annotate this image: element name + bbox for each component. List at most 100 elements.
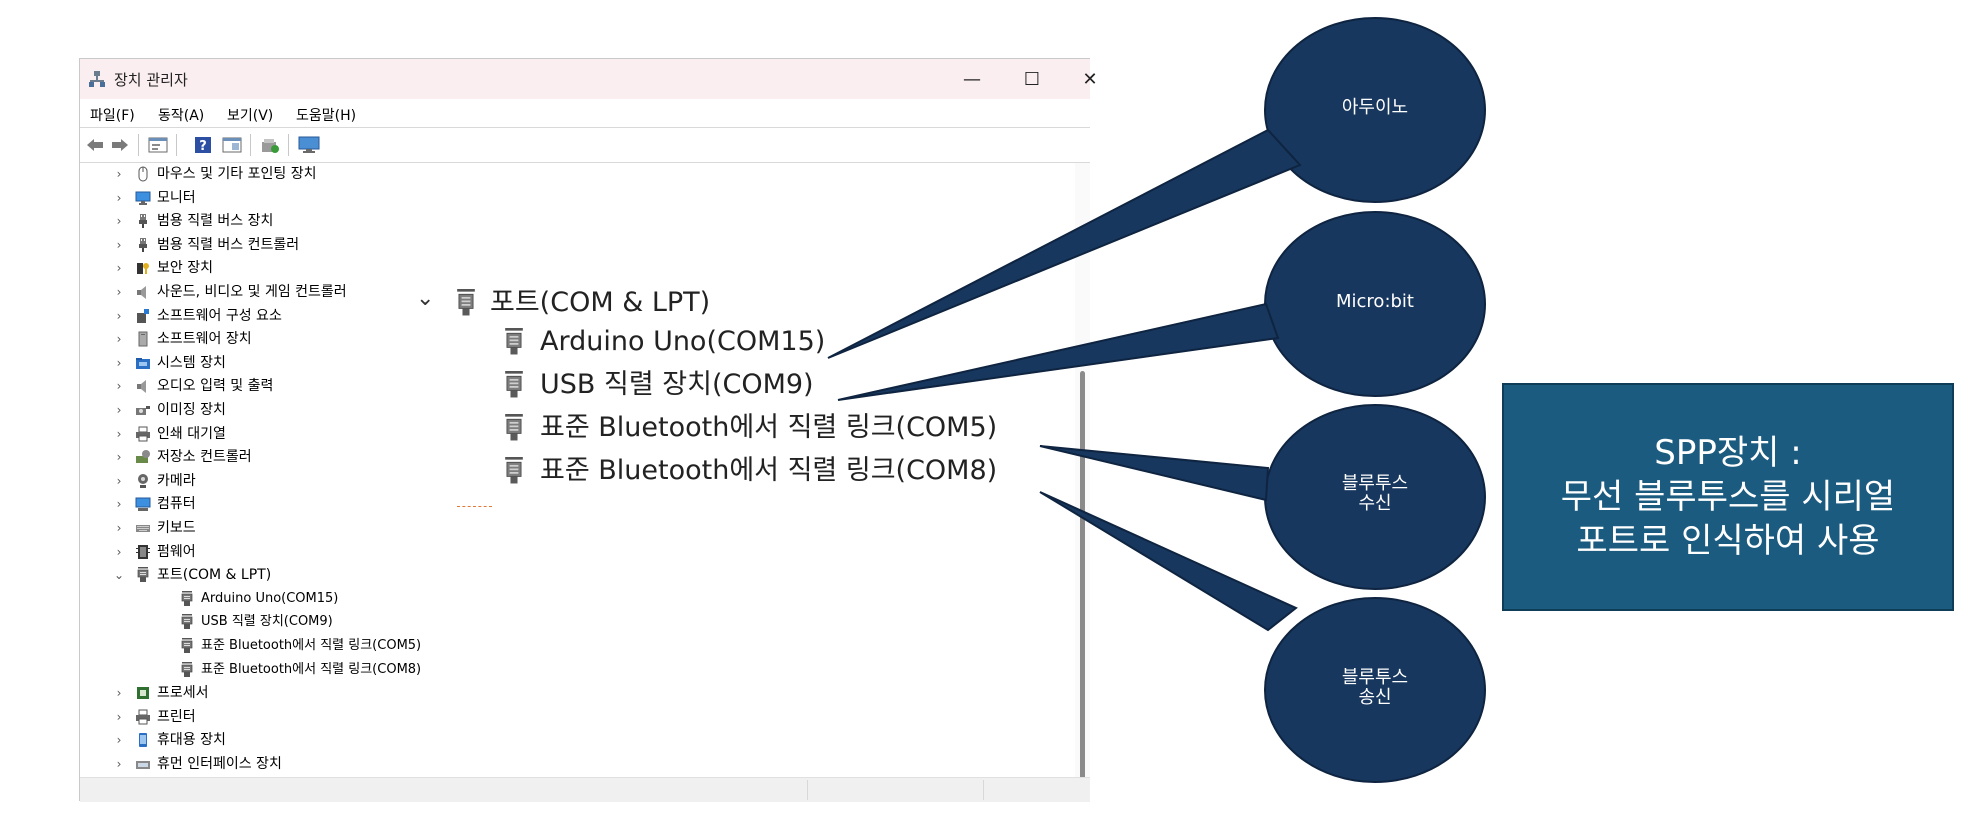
scrollbar-thumb[interactable]	[1080, 371, 1085, 791]
chevron-right-icon[interactable]: ›	[112, 423, 126, 445]
tree-category-item[interactable]: › 휴먼 인터페이스 장치	[80, 753, 1060, 775]
chevron-right-icon[interactable]: ›	[112, 281, 126, 303]
bluetooth-rx-line1: 블루투스	[1341, 473, 1409, 494]
menu-help[interactable]: 도움말(H)	[296, 105, 356, 125]
chevron-right-icon[interactable]: ›	[112, 753, 126, 775]
tree-category-item[interactable]: › 범용 직렬 버스 장치	[80, 210, 1060, 232]
view-icon[interactable]	[222, 136, 242, 154]
speaker-icon	[135, 378, 151, 394]
port-connector-icon	[502, 371, 526, 401]
chevron-right-icon[interactable]: ›	[112, 163, 126, 185]
chevron-right-icon[interactable]: ›	[112, 541, 126, 563]
tree-item-label: 이미징 장치	[157, 402, 226, 418]
zoom-port-label: Arduino Uno(COM15)	[540, 326, 826, 357]
tree-item-label: 보안 장치	[157, 260, 213, 277]
chevron-down-icon: ⌄	[416, 286, 435, 311]
menu-file[interactable]: 파일(F)	[90, 105, 135, 125]
tree-item-label: 컴퓨터	[157, 496, 196, 513]
tree-item-label: 범용 직렬 버스 컨트롤러	[157, 236, 300, 253]
forward-arrow-icon[interactable]	[110, 136, 130, 154]
chevron-right-icon[interactable]: ›	[112, 493, 126, 515]
zoom-port-label: 표준 Bluetooth에서 직렬 링크(COM5)	[540, 412, 998, 443]
tree-item-label: 모니터	[157, 189, 196, 206]
chevron-right-icon[interactable]: ›	[112, 210, 126, 232]
port-child-item[interactable]: Arduino Uno(COM15)	[80, 588, 1060, 610]
chevron-right-icon[interactable]: ›	[112, 352, 126, 374]
tree-category-item[interactable]: › 프로세서	[80, 682, 1060, 704]
chevron-right-icon[interactable]: ›	[112, 305, 126, 327]
tree-item-label: 휴먼 인터페이스 장치	[157, 756, 282, 772]
vertical-scrollbar[interactable]	[1075, 163, 1090, 791]
port-child-item[interactable]: 표준 Bluetooth에서 직렬 링크(COM5)	[80, 635, 1060, 657]
computer-icon	[135, 496, 151, 512]
printer-icon	[135, 426, 151, 442]
chevron-right-icon[interactable]: ›	[112, 234, 126, 256]
menu-action[interactable]: 동작(A)	[158, 105, 204, 125]
tree-category-item[interactable]: › 펌웨어	[80, 541, 1060, 563]
tree-item-label: 펌웨어	[157, 543, 196, 560]
back-arrow-icon[interactable]	[85, 136, 105, 154]
toolbar-separator	[176, 134, 177, 156]
port-connector-icon	[502, 457, 526, 487]
spp-info-box: SPP장치 : 무선 블루투스를 시리얼 포트로 인식하여 사용	[1502, 383, 1954, 611]
chevron-right-icon[interactable]: ›	[112, 328, 126, 350]
chevron-right-icon[interactable]: ›	[112, 257, 126, 279]
tree-item-label: 소프트웨어 장치	[157, 331, 252, 348]
svg-text:?: ?	[199, 139, 207, 154]
tree-category-item[interactable]: › 마우스 및 기타 포인팅 장치	[80, 163, 1060, 185]
chevron-right-icon[interactable]: ›	[112, 470, 126, 492]
tree-category-item[interactable]: › 모니터	[80, 187, 1060, 209]
microbit-callout-label: Micro:bit	[1336, 291, 1414, 312]
tree-item-label: 카메라	[157, 472, 196, 489]
title-bar[interactable]: 장치 관리자 — ☐ ✕	[80, 59, 1098, 99]
properties-icon[interactable]	[148, 136, 168, 154]
port-child-item[interactable]: 표준 Bluetooth에서 직렬 링크(COM8)	[80, 659, 1060, 681]
tree-item-label: 표준 Bluetooth에서 직렬 링크(COM5)	[201, 638, 422, 653]
spp-info-line3: 포트로 인식하여 사용	[1576, 521, 1880, 561]
storage-controller-icon	[135, 449, 151, 465]
window-title: 장치 관리자	[114, 71, 188, 89]
port-connector-icon	[502, 328, 526, 358]
bluetooth-rx-line2: 수신	[1358, 493, 1392, 514]
device-manager-icon	[89, 71, 105, 87]
bluetooth-rx-callout-label: 블루투스 수신	[1300, 474, 1450, 514]
tree-item-label: Arduino Uno(COM15)	[201, 590, 339, 606]
monitor-icon[interactable]	[298, 136, 320, 154]
tree-category-item[interactable]: ⌄ 포트(COM & LPT)	[80, 564, 1060, 586]
tree-category-item[interactable]: › 프린터	[80, 706, 1060, 728]
system-folder-icon	[135, 355, 151, 371]
tree-category-item[interactable]: › 보안 장치	[80, 257, 1060, 279]
menu-view[interactable]: 보기(V)	[227, 105, 273, 125]
close-button[interactable]: ✕	[1060, 59, 1120, 99]
chevron-right-icon[interactable]: ›	[112, 187, 126, 209]
chevron-right-icon[interactable]: ›	[112, 446, 126, 468]
chevron-right-icon[interactable]: ›	[112, 399, 126, 421]
chevron-down-icon[interactable]: ⌄	[112, 564, 126, 586]
chevron-right-icon[interactable]: ›	[112, 706, 126, 728]
port-child-item[interactable]: USB 직렬 장치(COM9)	[80, 611, 1060, 633]
port-connector-icon	[135, 567, 151, 583]
chevron-right-icon[interactable]: ›	[112, 682, 126, 704]
monitor-icon	[135, 190, 151, 206]
toolbar-separator	[288, 134, 289, 156]
help-icon[interactable]: ?	[194, 136, 212, 154]
minimize-button[interactable]: —	[942, 59, 1002, 99]
software-device-icon	[135, 331, 151, 347]
tree-item-label: 프린터	[157, 708, 196, 725]
tree-item-label: 사운드, 비디오 및 게임 컨트롤러	[157, 284, 347, 300]
chevron-right-icon[interactable]: ›	[112, 729, 126, 751]
maximize-button[interactable]: ☐	[1002, 59, 1062, 99]
chevron-right-icon[interactable]: ›	[112, 375, 126, 397]
keyboard-icon	[135, 520, 151, 536]
tree-category-item[interactable]: › 키보드	[80, 517, 1060, 539]
update-driver-icon[interactable]	[260, 136, 280, 154]
tree-item-label: 표준 Bluetooth에서 직렬 링크(COM8)	[201, 661, 422, 677]
tree-category-item[interactable]: › 휴대용 장치	[80, 729, 1060, 751]
toolbar: ?	[80, 127, 1090, 163]
tree-category-item[interactable]: › 범용 직렬 버스 컨트롤러	[80, 234, 1060, 256]
chevron-right-icon[interactable]: ›	[112, 517, 126, 539]
port-connector-icon	[502, 414, 526, 444]
port-connector-icon	[179, 614, 195, 630]
tree-item-label: 오디오 입력 및 출력	[157, 378, 274, 395]
hid-icon	[135, 756, 151, 772]
